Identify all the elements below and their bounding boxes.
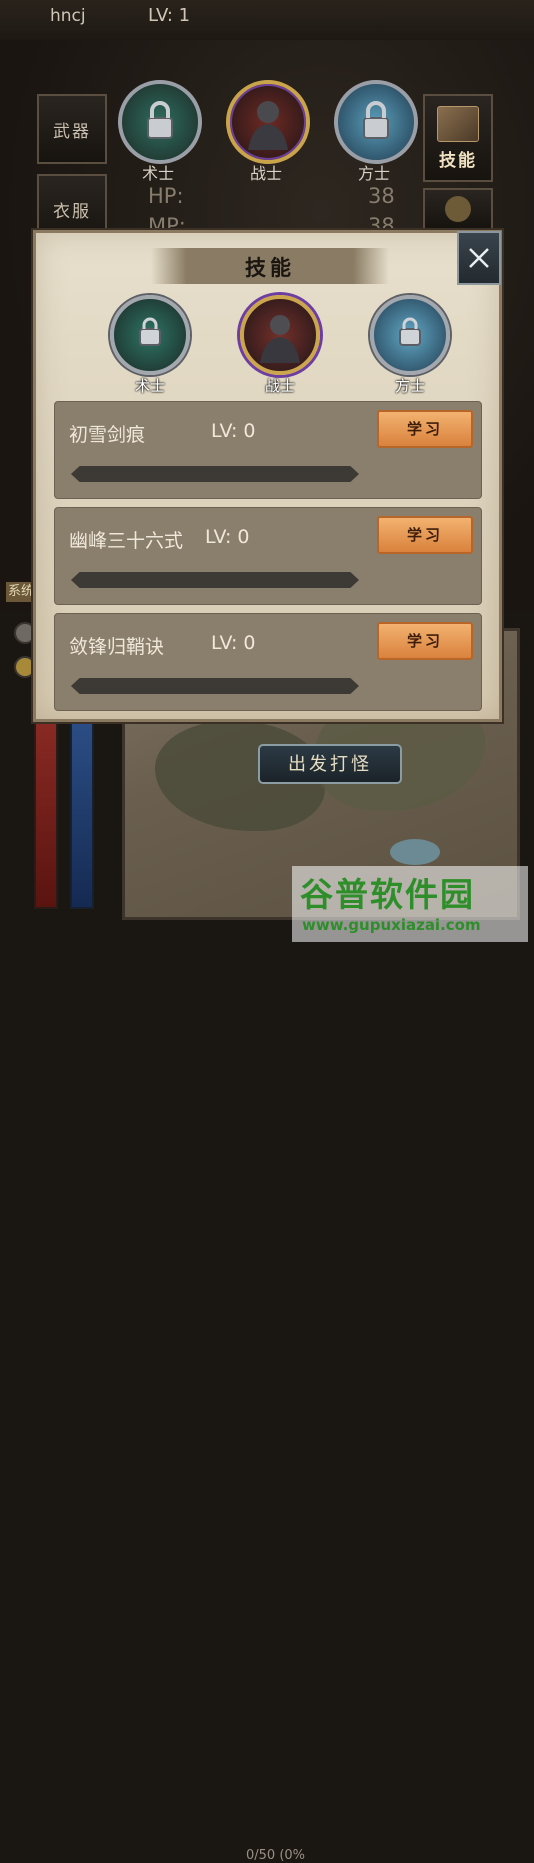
title-banner: 技能	[151, 248, 389, 284]
skill-level: LV: 0	[205, 526, 250, 548]
username: hncj	[50, 6, 86, 26]
skill-name: 初雪剑痕	[69, 424, 146, 446]
close-icon	[469, 248, 489, 268]
skill-book-icon	[437, 105, 479, 142]
bg-portrait-warlock[interactable]	[118, 80, 202, 164]
bg-portrait-taoist[interactable]	[334, 80, 418, 164]
skill-level: LV: 0	[211, 632, 256, 654]
skill-progress-bar	[71, 466, 359, 482]
lock-icon	[399, 317, 421, 346]
map-lake	[390, 839, 440, 865]
watermark-logo: 谷普软件园 www.gupuxiazai.com	[292, 866, 528, 942]
skill-name: 敛锋归鞘诀	[69, 636, 165, 658]
skill-popup: 技能 术士 战士 方士 初雪剑痕 LV: 0 学习 幽峰三十六式 LV: 0 学…	[33, 230, 502, 722]
skill-level: LV: 0	[211, 420, 256, 442]
tab-weapon-label: 武器	[53, 121, 91, 142]
tab-weapon[interactable]: 武器	[37, 94, 107, 164]
popup-title: 技能	[245, 256, 295, 280]
learn-button[interactable]: 学习	[377, 622, 473, 660]
tab-skill[interactable]: 技能	[423, 94, 493, 182]
bg-name-warrior: 战士	[249, 164, 282, 183]
warrior-icon	[260, 315, 300, 363]
skill-row: 初雪剑痕 LV: 0 学习	[54, 401, 482, 499]
emblem-icon	[445, 196, 471, 222]
system-tab[interactable]: 系统	[6, 582, 36, 602]
go-fight-button[interactable]: 出发打怪	[258, 744, 402, 784]
hp-label: HP:	[148, 184, 184, 208]
tab-other[interactable]	[423, 188, 493, 228]
watermark-url: www.gupuxiazai.com	[302, 916, 481, 934]
top-status-bar: hncj LV: 1	[0, 0, 534, 41]
lock-icon	[147, 101, 173, 139]
exp-text: 0/50 (0%	[246, 1848, 306, 1863]
warrior-icon	[248, 101, 288, 150]
hp-bar	[34, 715, 58, 909]
portrait-taoist[interactable]	[370, 295, 450, 375]
skill-progress-bar	[71, 572, 359, 588]
tab-clothes-label: 衣服	[53, 201, 91, 222]
learn-button[interactable]: 学习	[377, 516, 473, 554]
lock-icon	[363, 101, 389, 139]
tab-skill-label: 技能	[439, 150, 477, 171]
skill-progress-bar	[71, 678, 359, 694]
name-taoist: 方士	[394, 377, 425, 395]
skill-row: 敛锋归鞘诀 LV: 0 学习	[54, 613, 482, 711]
player-level: LV: 1	[148, 5, 191, 26]
close-button[interactable]	[457, 231, 501, 285]
portrait-warlock[interactable]	[110, 295, 190, 375]
bg-portrait-warrior[interactable]	[226, 80, 310, 164]
lock-icon	[139, 317, 161, 346]
mp-bar	[70, 715, 94, 909]
portrait-warrior[interactable]	[240, 295, 320, 375]
skill-row: 幽峰三十六式 LV: 0 学习	[54, 507, 482, 605]
learn-button[interactable]: 学习	[377, 410, 473, 448]
bg-name-warlock: 术士	[141, 164, 174, 183]
hp-value: 38	[368, 184, 395, 208]
bg-name-taoist: 方士	[357, 164, 390, 183]
name-warlock: 术士	[134, 377, 165, 395]
skill-name: 幽峰三十六式	[69, 530, 184, 552]
watermark-title: 谷普软件园	[300, 875, 475, 914]
name-warrior: 战士	[264, 377, 295, 395]
